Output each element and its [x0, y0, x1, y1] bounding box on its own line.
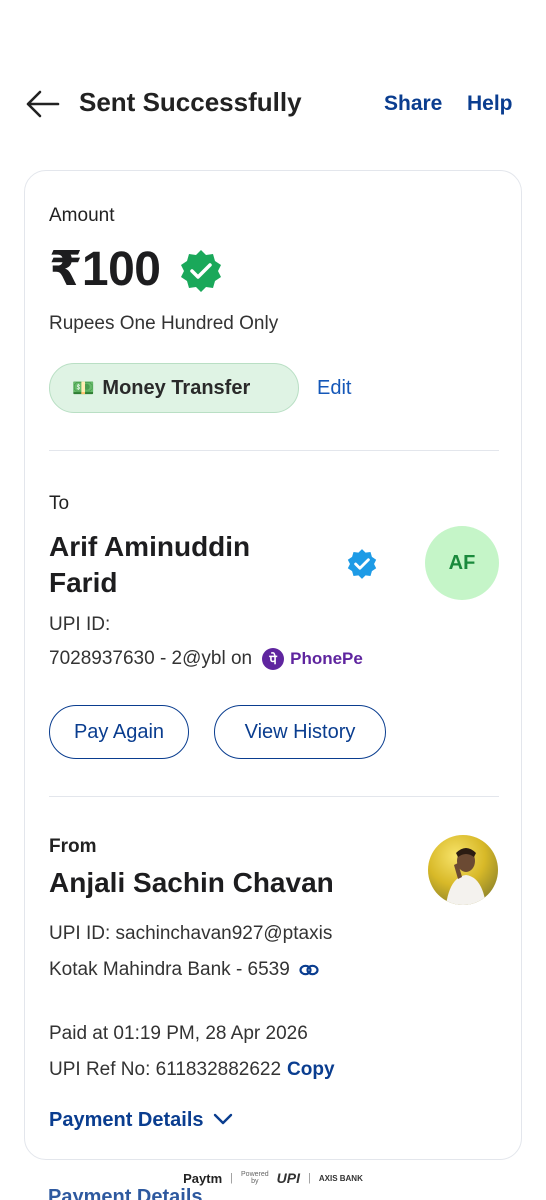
- recipient-name: Arif Aminuddin Farid: [49, 531, 251, 598]
- sender-bank-label: Kotak Mahindra Bank - 6539: [49, 959, 290, 980]
- amount-in-words: Rupees One Hundred Only: [49, 313, 279, 334]
- to-label: To: [49, 493, 70, 514]
- upi-ref-row: UPI Ref No: 611832882622 Copy: [49, 1059, 335, 1081]
- share-button[interactable]: Share: [384, 92, 442, 116]
- help-button[interactable]: Help: [467, 92, 513, 116]
- powered-by-top: Powered: [241, 1171, 269, 1178]
- footer-separator: |: [230, 1172, 234, 1184]
- back-arrow-icon[interactable]: [24, 88, 60, 120]
- edit-category-button[interactable]: Edit: [317, 377, 351, 400]
- powered-by-text: Powered by: [241, 1171, 269, 1185]
- verified-badge-icon: [177, 247, 225, 295]
- amount-value: ₹100: [49, 243, 161, 296]
- payment-details-scroll-peek: Payment Details: [48, 1186, 203, 1200]
- sender-name: Anjali Sachin Chavan: [49, 867, 334, 898]
- phonepe-label: PhonePe: [290, 649, 363, 668]
- view-history-button[interactable]: View History: [214, 705, 386, 759]
- sender-bank: Kotak Mahindra Bank - 6539: [49, 959, 320, 981]
- powered-by-bottom: by: [251, 1178, 259, 1185]
- copy-ref-button[interactable]: Copy: [287, 1059, 335, 1081]
- transaction-card: Amount ₹100 Rupees One Hundred Only 💵 Mo…: [24, 170, 522, 1160]
- paytm-logo: Paytm: [183, 1170, 223, 1186]
- payment-receipt-screen: Sent Successfully Share Help Amount ₹100…: [0, 0, 546, 1200]
- payment-details-toggle[interactable]: Payment Details: [49, 1109, 234, 1132]
- recipient-upi-label: UPI ID:: [49, 614, 111, 635]
- upi-logo: UPI: [276, 1170, 300, 1186]
- page-title: Sent Successfully: [79, 87, 302, 117]
- recipient-upi-value: 7028937630 - 2@ybl on: [49, 648, 253, 669]
- footer-separator: |: [308, 1172, 311, 1184]
- header: Sent Successfully Share Help: [0, 80, 546, 128]
- category-tag-label: Money Transfer: [102, 376, 251, 399]
- phonepe-icon: पे: [262, 648, 285, 670]
- chevron-down-icon: [212, 1109, 234, 1132]
- pay-again-button[interactable]: Pay Again: [49, 705, 189, 759]
- divider: [49, 796, 499, 797]
- bank-link-icon: [298, 962, 320, 978]
- payment-details-label: Payment Details: [49, 1109, 204, 1131]
- axis-bank-logo: AXIS BANK: [318, 1173, 363, 1183]
- recipient-upi-id: 7028937630 - 2@ybl on पे PhonePe: [49, 648, 363, 670]
- phonepe-logo: पे PhonePe: [262, 648, 363, 670]
- paid-at-timestamp: Paid at 01:19 PM, 28 Apr 2026: [49, 1023, 308, 1044]
- powered-by-footer: Paytm | Powered by UPI | AXIS BANK: [0, 1168, 546, 1188]
- amount-label: Amount: [49, 205, 115, 226]
- from-label: From: [49, 836, 97, 857]
- category-tag[interactable]: 💵 Money Transfer: [49, 363, 299, 413]
- upi-ref-number: UPI Ref No: 611832882622: [49, 1059, 282, 1080]
- money-icon: 💵: [72, 377, 95, 398]
- sender-avatar: [428, 835, 498, 905]
- divider: [49, 450, 499, 451]
- verified-blue-icon: [345, 547, 379, 581]
- sender-upi-id: UPI ID: sachinchavan927@ptaxis: [49, 923, 333, 944]
- recipient-avatar: AF: [425, 526, 499, 600]
